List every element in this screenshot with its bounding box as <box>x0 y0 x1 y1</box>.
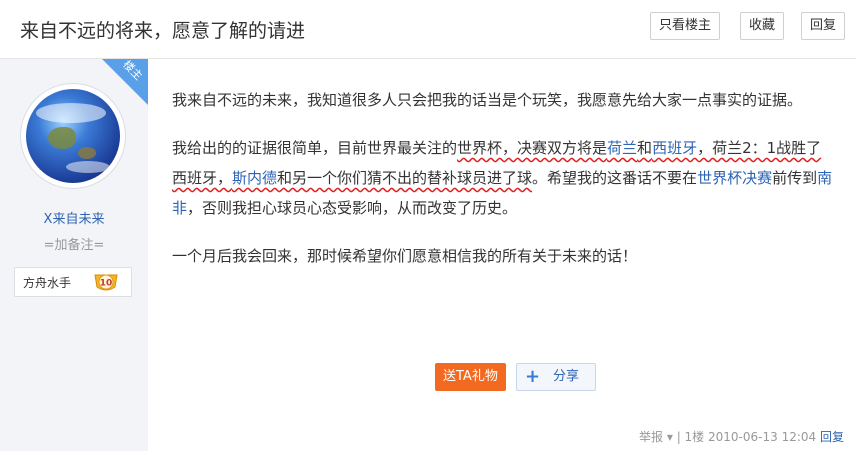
link-spain[interactable]: 西班牙 <box>652 139 697 157</box>
avatar[interactable] <box>26 89 120 183</box>
post-content: 我来自不远的未来，我知道很多人只会把我的话当是个玩笑，我愿意先给大家一点事实的证… <box>172 85 836 289</box>
post-meta: 举报 ▾ | 1楼 2010-06-13 12:04 回复 <box>639 428 844 445</box>
meta-separator: | <box>672 430 685 444</box>
plus-icon: + <box>525 366 541 387</box>
avatar-cloud-small <box>66 161 110 173</box>
avatar-land <box>48 127 76 149</box>
reply-button[interactable]: 回复 <box>801 12 846 40</box>
avatar-cloud <box>36 103 106 123</box>
post-paragraph: 我给出的的证据很简单，目前世界最关注的世界杯，决赛双方将是荷兰和西班牙，荷兰2：… <box>172 133 836 223</box>
share-label: 分享 <box>553 369 580 384</box>
link-holland[interactable]: 荷兰 <box>607 139 637 157</box>
level-badge-icon: 10 <box>94 274 118 291</box>
report-link[interactable]: 举报 ▾ <box>639 430 673 444</box>
thread-header: 来自不远的将来，愿意了解的请进 只看楼主 收藏 回复 <box>0 0 856 59</box>
thread-title: 来自不远的将来，愿意了解的请进 <box>20 20 306 42</box>
text-span: 我给出的的证据很简单，目前世界最关注的 <box>172 139 458 157</box>
level-box[interactable]: 方舟水手 10 <box>14 267 132 297</box>
favorite-button[interactable]: 收藏 <box>740 12 785 40</box>
text-span: ，否则我担心球员心态受影响，从而改变了历史。 <box>187 199 518 217</box>
link-sneijder[interactable]: 斯内德 <box>232 169 277 187</box>
send-gift-button[interactable]: 送TA礼物 <box>435 363 506 391</box>
underlined-text: 西班牙， <box>172 169 233 187</box>
underlined-text: ，荷兰2：1战胜了 <box>697 139 822 157</box>
underlined-text: 世界杯，决赛双方将是 <box>457 139 608 157</box>
post-paragraph: 一个月后我会回来，那时候希望你们愿意相信我的所有关于未来的话！ <box>172 247 638 265</box>
share-button[interactable]: + 分享 <box>516 363 596 391</box>
link-world-cup-final[interactable]: 世界杯决赛 <box>697 169 772 187</box>
level-number: 10 <box>100 279 113 289</box>
add-note-link[interactable]: =加备注= <box>0 234 148 253</box>
level-name: 方舟水手 <box>23 276 72 290</box>
underlined-text: 和另一个你们猜不出的替补球员进了球 <box>277 169 533 187</box>
underlined-text: 和 <box>637 139 653 157</box>
post-date: 2010-06-13 12:04 <box>708 430 817 444</box>
avatar-land-small <box>78 147 96 159</box>
text-span: 前传到 <box>772 169 818 187</box>
avatar-frame[interactable] <box>20 83 126 189</box>
text-span: 。希望我的这番话不要在 <box>532 169 698 187</box>
only-op-button[interactable]: 只看楼主 <box>650 12 721 40</box>
floor-number: 1楼 <box>684 430 705 444</box>
post-paragraph: 我来自不远的未来，我知道很多人只会把我的话当是个玩笑，我愿意先给大家一点事实的证… <box>172 91 803 109</box>
reply-link[interactable]: 回复 <box>820 430 844 444</box>
author-name[interactable]: X来自未来 <box>0 208 148 227</box>
